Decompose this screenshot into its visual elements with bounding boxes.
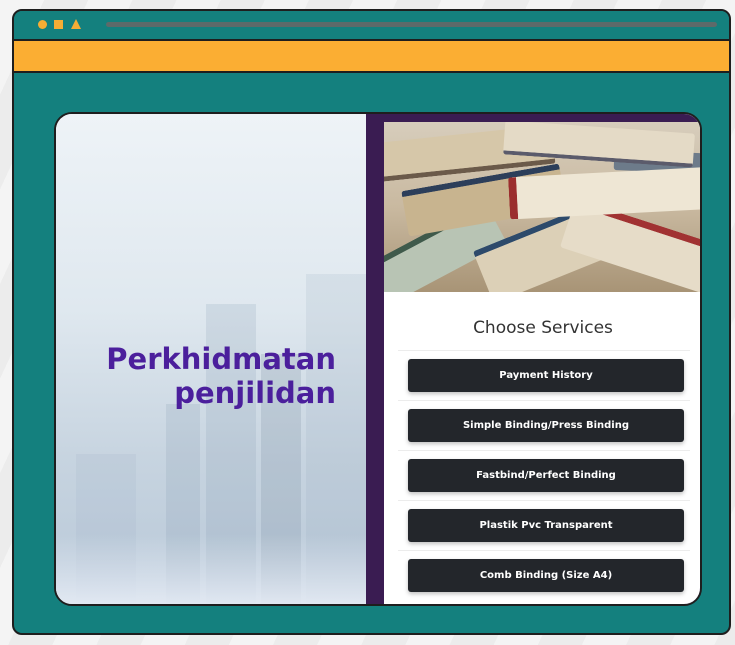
service-row: Payment History [398, 350, 690, 400]
payment-history-button[interactable]: Payment History [408, 359, 684, 392]
services-panel: Choose Services Payment History Simple B… [366, 114, 700, 604]
hero-headline: Perkhidmatan penjilidan [106, 342, 336, 410]
services-card: Choose Services Payment History Simple B… [384, 122, 700, 604]
fastbind-button[interactable]: Fastbind/Perfect Binding [408, 459, 684, 492]
service-row: Simple Binding/Press Binding [398, 400, 690, 450]
toolbar-strip [14, 39, 729, 73]
triangle-icon[interactable] [71, 19, 81, 29]
plastik-pvc-button[interactable]: Plastik Pvc Transparent [408, 509, 684, 542]
service-row: Fastbind/Perfect Binding [398, 450, 690, 500]
circle-icon[interactable] [38, 20, 47, 29]
comb-binding-button[interactable]: Comb Binding (Size A4) [408, 559, 684, 592]
hero-line-1: Perkhidmatan [106, 342, 336, 376]
services-list: Payment History Simple Binding/Press Bin… [398, 350, 690, 600]
address-bar[interactable] [106, 22, 717, 27]
browser-window: Perkhidmatan penjilidan Choose Services [12, 9, 731, 635]
service-row: Comb Binding (Size A4) [398, 550, 690, 600]
simple-binding-button[interactable]: Simple Binding/Press Binding [408, 409, 684, 442]
service-row: Plastik Pvc Transparent [398, 500, 690, 550]
hero-line-2: penjilidan [174, 376, 336, 410]
skyline-haze [56, 534, 366, 604]
books-image [384, 122, 700, 292]
services-title: Choose Services [473, 318, 613, 338]
hero-panel: Perkhidmatan penjilidan [56, 114, 366, 604]
title-bar [14, 11, 729, 39]
content-card: Perkhidmatan penjilidan Choose Services [54, 112, 702, 606]
square-icon[interactable] [54, 20, 63, 29]
